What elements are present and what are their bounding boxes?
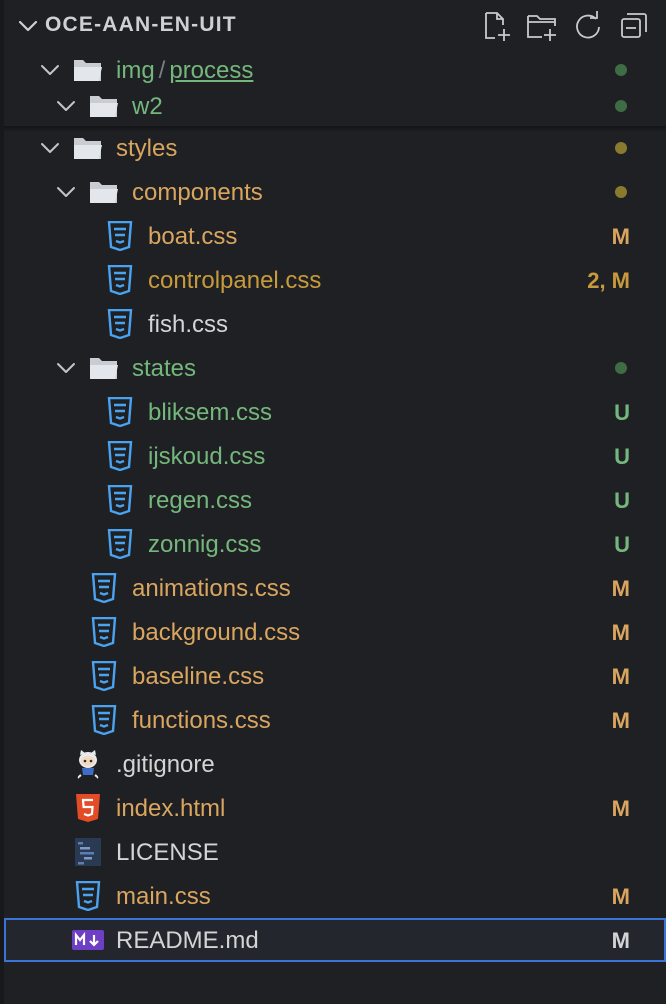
- tree-item-label: main.css: [116, 883, 211, 910]
- css-file-icon: [104, 440, 136, 472]
- tree-item-animations-css[interactable]: animations.css M: [4, 566, 666, 610]
- tree-item-label: zonnig.css: [148, 531, 262, 558]
- tree-item-label: functions.css: [132, 707, 271, 734]
- git-status-badge: U: [614, 488, 630, 513]
- chevron-down-icon[interactable]: [52, 92, 80, 120]
- tree-item-label: img / process: [116, 57, 254, 84]
- tree-item-label: fish.css: [148, 311, 229, 338]
- tree-item-controlpanel-css[interactable]: controlpanel.css 2, M: [4, 258, 666, 302]
- tree-item-label: states: [132, 355, 197, 382]
- tree-item-background-css[interactable]: background.css M: [4, 610, 666, 654]
- css-file-icon: [88, 572, 120, 604]
- tree-item-label: boat.css: [148, 223, 238, 250]
- tree-item-regen-css[interactable]: regen.css U: [4, 478, 666, 522]
- git-status-dot: [615, 186, 627, 198]
- git-status-badge: U: [614, 532, 630, 557]
- chevron-down-icon[interactable]: [36, 56, 64, 84]
- tree-item-components[interactable]: components: [4, 170, 666, 214]
- git-status-badge: 2, M: [587, 268, 630, 293]
- css-file-icon: [104, 528, 136, 560]
- explorer-header[interactable]: OCE-AAN-EN-UIT: [0, 0, 666, 52]
- folder-open-icon: [88, 176, 120, 208]
- tree-item-gitignore[interactable]: .gitignore: [4, 742, 666, 786]
- git-status-badge: M: [611, 620, 630, 645]
- git-status-badge: M: [611, 928, 630, 953]
- folder-open-icon: [88, 90, 120, 122]
- git-status-badge: M: [611, 708, 630, 733]
- css-file-icon: [104, 396, 136, 428]
- collapse-all-icon[interactable]: [616, 8, 652, 44]
- tree-item-ijskoud-css[interactable]: ijskoud.css U: [4, 434, 666, 478]
- tree-item-label: LICENSE: [116, 839, 219, 866]
- git-status-dot: [615, 64, 627, 76]
- git-status-badge: M: [611, 576, 630, 601]
- css-file-icon: [88, 616, 120, 648]
- tree-item-functions-css[interactable]: functions.css M: [4, 698, 666, 742]
- workspace-title[interactable]: OCE-AAN-EN-UIT: [45, 13, 237, 37]
- octocat-icon: [72, 748, 104, 780]
- git-status-badge: M: [611, 664, 630, 689]
- tree-item-label: background.css: [132, 619, 301, 646]
- tree-item-label: baseline.css: [132, 663, 265, 690]
- new-folder-icon[interactable]: [524, 8, 560, 44]
- license-file-icon: [72, 836, 104, 868]
- tree-item-label: w2: [132, 93, 163, 120]
- git-status-dot: [615, 362, 627, 374]
- tree-item-label: ijskoud.css: [148, 443, 266, 470]
- tree-item-license[interactable]: LICENSE: [4, 830, 666, 874]
- css-file-icon: [72, 880, 104, 912]
- file-explorer: OCE-AAN-EN-UIT img / process w2 styles c…: [0, 0, 666, 1004]
- html-file-icon: [72, 792, 104, 824]
- tree-item-zonnig-css[interactable]: zonnig.css U: [4, 522, 666, 566]
- tree-item-styles[interactable]: styles: [4, 126, 666, 170]
- css-file-icon: [104, 264, 136, 296]
- tree-item-baseline-css[interactable]: baseline.css M: [4, 654, 666, 698]
- tree-item-main-css[interactable]: main.css M: [4, 874, 666, 918]
- css-file-icon: [88, 660, 120, 692]
- tree-item-label: README.md: [116, 927, 259, 954]
- folder-open-icon: [72, 132, 104, 164]
- chevron-down-icon[interactable]: [36, 134, 64, 162]
- tree-item-fish-css[interactable]: fish.css: [4, 302, 666, 346]
- css-file-icon: [104, 308, 136, 340]
- tree-item-label: components: [132, 179, 263, 206]
- tree-item-label: bliksem.css: [148, 399, 273, 426]
- css-file-icon: [104, 220, 136, 252]
- tree-item-readme-md[interactable]: README.md M: [4, 918, 666, 962]
- git-status-badge: M: [611, 224, 630, 249]
- tree-item-label: index.html: [116, 795, 226, 822]
- git-status-badge: M: [611, 884, 630, 909]
- tree-item-label: regen.css: [148, 487, 253, 514]
- tree-item-bliksem-css[interactable]: bliksem.css U: [4, 390, 666, 434]
- chevron-down-icon[interactable]: [52, 354, 80, 382]
- tree-item-index-html[interactable]: index.html M: [4, 786, 666, 830]
- tree-item-boat-css[interactable]: boat.css M: [4, 214, 666, 258]
- tree-item-label: controlpanel.css: [148, 267, 322, 294]
- tree-item-states[interactable]: states: [4, 346, 666, 390]
- css-file-icon: [104, 484, 136, 516]
- markdown-file-icon: [72, 924, 104, 956]
- new-file-icon[interactable]: [478, 8, 514, 44]
- git-status-badge: M: [611, 796, 630, 821]
- explorer-actions: [478, 8, 652, 44]
- css-file-icon: [88, 704, 120, 736]
- git-status-dot: [615, 100, 627, 112]
- tree-item-label: .gitignore: [116, 751, 215, 778]
- folder-open-icon: [72, 54, 104, 86]
- tree-item-label: animations.css: [132, 575, 291, 602]
- refresh-icon[interactable]: [570, 8, 606, 44]
- folder-open-icon: [88, 352, 120, 384]
- git-status-badge: U: [614, 400, 630, 425]
- git-status-dot: [615, 142, 627, 154]
- chevron-down-icon[interactable]: [14, 12, 42, 40]
- tree-item-label: styles: [116, 135, 178, 162]
- tree-item-w2[interactable]: w2: [4, 84, 666, 128]
- git-status-badge: U: [614, 444, 630, 469]
- chevron-down-icon[interactable]: [52, 178, 80, 206]
